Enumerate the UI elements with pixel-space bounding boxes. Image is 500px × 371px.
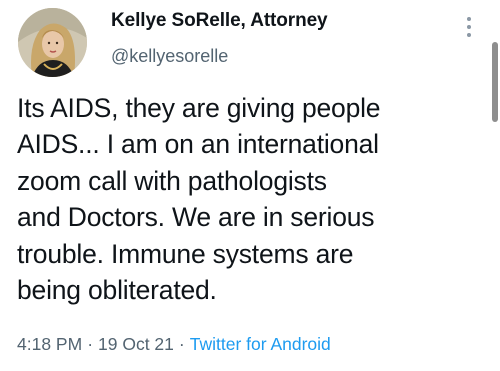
more-dot	[467, 17, 471, 21]
meta-separator: ·	[178, 334, 185, 354]
tweet-meta: 4:18 PM · 19 Oct 21 · Twitter for Android	[17, 334, 331, 355]
tweet-time[interactable]: 4:18 PM	[17, 334, 82, 354]
tweet-text: Its AIDS, they are giving people AIDS...…	[17, 93, 381, 306]
tweet-source-link[interactable]: Twitter for Android	[190, 334, 331, 354]
avatar[interactable]	[18, 8, 87, 77]
author-handle[interactable]: @kellyesorelle	[111, 46, 228, 67]
more-dot	[467, 25, 471, 29]
meta-separator: ·	[87, 334, 94, 354]
more-vertical-icon[interactable]	[459, 12, 479, 42]
tweet: Kellye SoRelle, Attorney @kellyesorelle …	[0, 0, 500, 371]
author-display-name[interactable]: Kellye SoRelle, Attorney	[111, 10, 328, 32]
scrollbar[interactable]	[492, 42, 498, 122]
tweet-date[interactable]: 19 Oct 21	[98, 334, 174, 354]
more-dot	[467, 33, 471, 37]
